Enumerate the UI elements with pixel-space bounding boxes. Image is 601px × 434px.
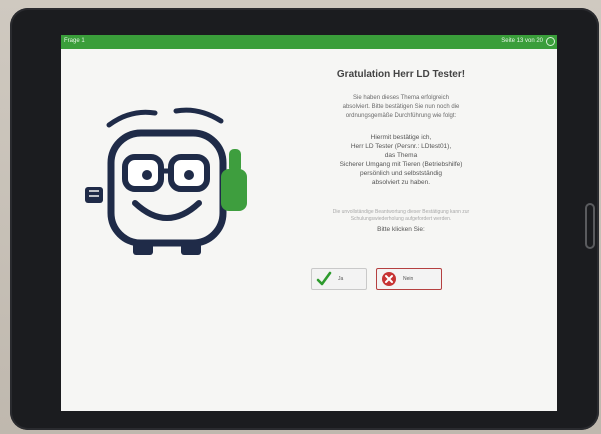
x-circle-icon [382, 272, 396, 286]
statement-line: das Thema [384, 152, 418, 159]
intro-text: Sie haben dieses Thema erfolgreich absol… [266, 94, 536, 121]
hand-left [85, 187, 103, 203]
statement-line: absolviert zu haben. [371, 179, 431, 186]
fine-print: Die unvollständige Beantwortung dieser B… [266, 209, 536, 223]
pupil-left [142, 170, 152, 180]
eyebrow-left [106, 109, 158, 128]
no-button-label: Nein [403, 276, 414, 282]
statement-line: Sicherer Umgang mit Tieren (Betriebshilf… [339, 161, 463, 168]
top-bar: Frage 1 Seite 13 von 20 [61, 35, 557, 49]
fine-print-line: Schulungswiederholung aufgefordert werde… [350, 216, 452, 222]
eyebrow-right [173, 107, 224, 124]
foot-left [133, 241, 153, 255]
intro-line: ordnungsgemäße Durchführung wie folgt: [345, 113, 457, 119]
home-button[interactable] [585, 203, 595, 249]
no-button[interactable]: Nein [376, 268, 442, 290]
statement-line: Herr LD Tester (Persnr.: LDtest01), [350, 143, 452, 150]
close-circle-icon[interactable] [546, 37, 555, 46]
app-screen: Frage 1 Seite 13 von 20 Gratulation Herr… [61, 35, 557, 411]
statement-line: Hiermit bestätige ich, [370, 134, 432, 141]
fine-print-line: Die unvollständige Beantwortung dieser B… [332, 209, 470, 215]
page-title: Gratulation Herr LD Tester! [336, 69, 466, 80]
click-prompt: Bitte klicken Sie: [377, 226, 425, 233]
topbar-left-text: Frage 1 [64, 38, 85, 44]
statement-line: persönlich und selbstständig [359, 170, 443, 177]
thumbs-up-hand [221, 169, 247, 211]
mascot-illustration [85, 107, 247, 255]
yes-button-label: Ja [338, 276, 344, 282]
foot-right [181, 241, 201, 255]
intro-line: Sie haben dieses Thema erfolgreich [353, 95, 449, 101]
confirmation-statement: Hiermit bestätige ich, Herr LD Tester (P… [266, 133, 536, 187]
intro-line: absolviert. Bitte bestätigen Sie nun noc… [342, 104, 460, 110]
pupil-right [184, 170, 194, 180]
checkmark-icon [316, 271, 332, 286]
completion-message: Gratulation Herr LD Tester! Sie haben di… [266, 65, 536, 233]
topbar-page-indicator: Seite 13 von 20 [501, 38, 543, 44]
yes-button[interactable]: Ja [311, 268, 367, 290]
thumbs-up-thumb [229, 149, 241, 173]
